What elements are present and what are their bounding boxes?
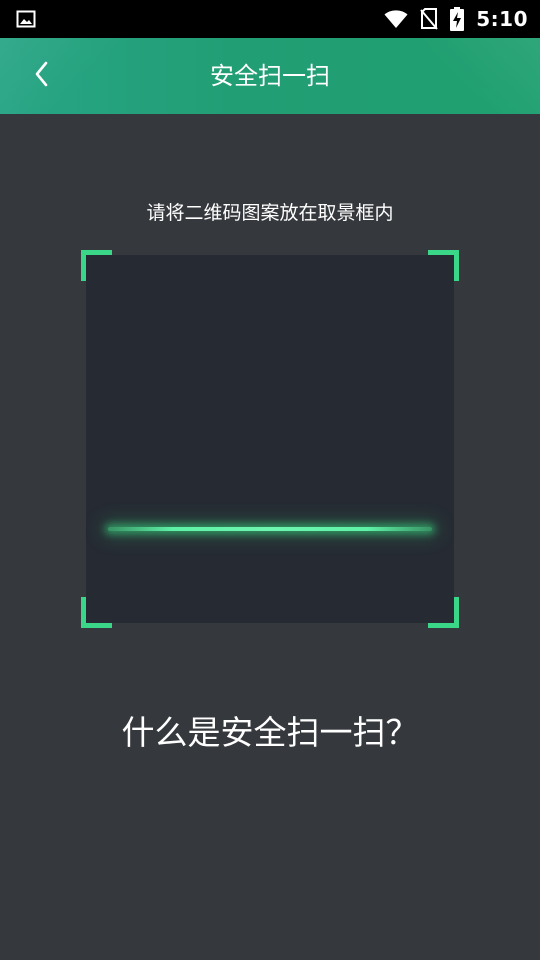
scan-hint: 请将二维码图案放在取景框内	[146, 202, 394, 224]
scan-line	[108, 527, 432, 531]
frame-corner-top-left	[81, 250, 112, 281]
frame-corner-bottom-right	[428, 597, 459, 628]
what-is-safe-scan-link[interactable]: 什么是安全扫一扫？	[0, 706, 540, 754]
scan-viewfinder	[86, 255, 454, 623]
battery-charging-icon	[450, 7, 465, 31]
frame-corner-top-right	[428, 250, 459, 281]
frame-corner-bottom-left	[81, 597, 112, 628]
scan-frame	[81, 250, 459, 628]
title-bar: 安全扫一扫	[0, 38, 540, 114]
page-title: 安全扫一扫	[210, 62, 330, 90]
status-icons: 5:10	[384, 0, 528, 38]
status-bar: 5:10	[0, 0, 540, 38]
wifi-icon	[384, 9, 408, 29]
image-notification-icon	[16, 9, 36, 29]
no-sim-icon	[420, 8, 439, 30]
status-time: 5:10	[476, 7, 528, 31]
